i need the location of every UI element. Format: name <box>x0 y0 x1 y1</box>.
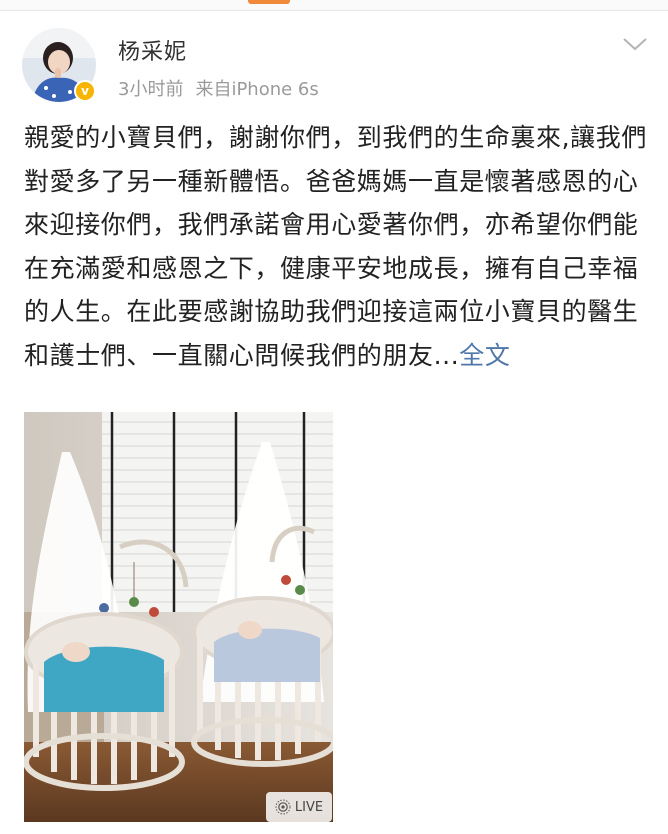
post-meta: 3小时前 来自iPhone 6s <box>118 75 319 101</box>
post-time: 3小时前 <box>118 79 184 100</box>
verified-badge-icon: v <box>74 80 96 102</box>
full-text-link[interactable]: 全文 <box>459 341 510 370</box>
author-name[interactable]: 杨采妮 <box>118 34 187 66</box>
top-edge <box>0 0 668 11</box>
post-body: 親愛的小寶貝們，謝謝你們，到我們的生命裏來,讓我們對愛多了另一種新體悟。爸爸媽媽… <box>24 116 648 377</box>
live-photo-badge[interactable]: LIVE <box>266 792 332 822</box>
post-photo[interactable] <box>24 412 333 822</box>
live-label: LIVE <box>294 799 324 815</box>
live-photo-icon <box>275 799 291 815</box>
post-source[interactable]: 来自iPhone 6s <box>195 79 318 100</box>
post-text: 親愛的小寶貝們，謝謝你們，到我們的生命裏來,讓我們對愛多了另一種新體悟。爸爸媽媽… <box>24 123 647 370</box>
active-tab-indicator <box>248 0 290 4</box>
chevron-down-icon[interactable] <box>622 36 648 52</box>
